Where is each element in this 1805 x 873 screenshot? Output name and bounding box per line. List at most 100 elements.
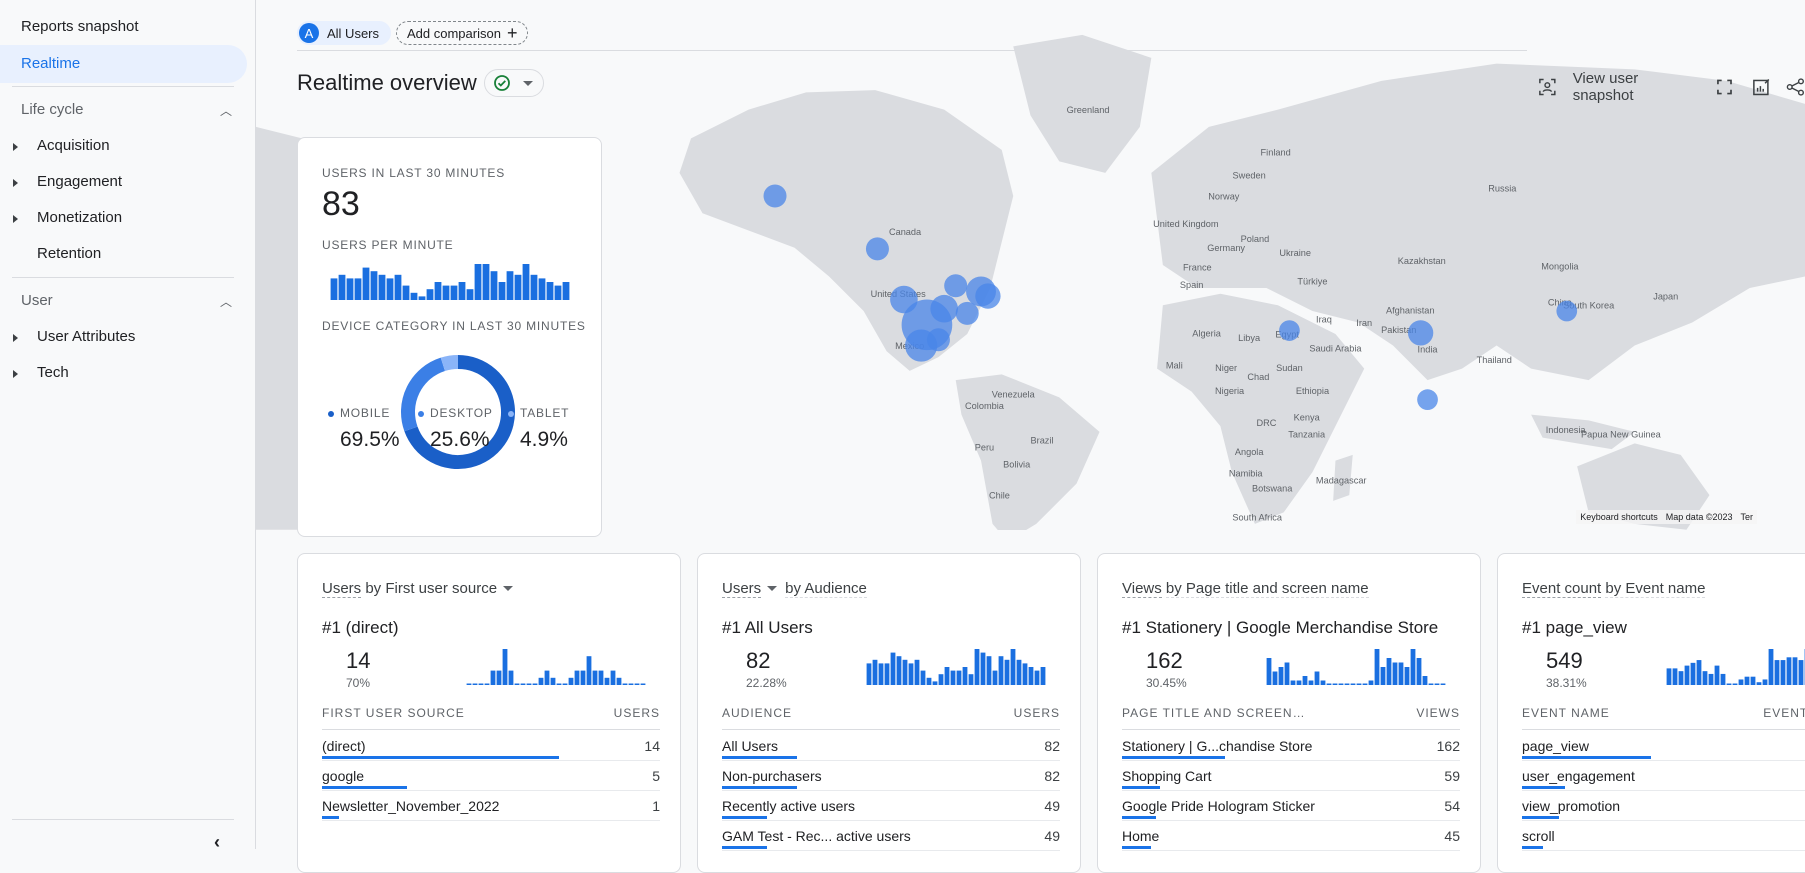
table-row[interactable]: Shopping Cart59 [1122,761,1460,791]
sidebar-item-realtime[interactable]: Realtime [0,45,247,83]
metric-selector[interactable]: Users [322,580,361,598]
sparkline-bar[interactable] [1799,660,1804,685]
table-row[interactable]: google5 [322,761,660,791]
sparkline-bar[interactable] [1393,663,1398,686]
users-per-minute-bar[interactable] [539,278,546,300]
sparkline-bar[interactable] [1375,649,1380,685]
sparkline-bar[interactable] [1327,684,1332,686]
user-location-bubble[interactable] [866,237,889,260]
dimension-selector[interactable]: by Page title and screen name [1166,580,1369,598]
sparkline-bar[interactable] [1029,667,1034,685]
users-per-minute-bar[interactable] [387,278,394,300]
sparkline-bar[interactable] [587,656,592,685]
sparkline-bar[interactable] [575,671,580,685]
sparkline-bar[interactable] [569,678,574,685]
sparkline-bar[interactable] [551,678,556,685]
sparkline-bar[interactable] [1315,672,1320,686]
metric-selector[interactable]: Users [722,580,761,598]
sparkline-bar[interactable] [545,671,550,685]
caret-down-icon[interactable] [767,586,777,591]
dimension-selector[interactable]: by Audience [785,580,867,598]
table-row[interactable]: Newsletter_November_20221 [322,791,660,821]
sparkline-bar[interactable] [1017,660,1022,685]
caret-right-icon[interactable] [13,370,18,378]
user-snapshot-icon[interactable] [1538,77,1557,97]
sparkline-bar[interactable] [1423,676,1428,685]
sparkline-bar[interactable] [939,674,944,685]
chevron-up-icon[interactable]: ︿ [220,102,232,119]
sparkline-bar[interactable] [969,674,974,685]
user-location-bubble[interactable] [1556,301,1577,322]
sparkline-bar[interactable] [873,660,878,685]
sparkline-bar[interactable] [1351,684,1356,686]
sparkline-bar[interactable] [1381,667,1386,685]
sparkline-bar[interactable] [1685,666,1690,685]
sparkline-bar[interactable] [891,653,896,685]
users-per-minute-bar[interactable] [507,271,514,300]
user-location-bubble[interactable] [930,295,958,323]
sparkline-bar[interactable] [1369,681,1374,686]
sparkline-bar[interactable] [491,671,496,685]
users-per-minute-bar[interactable] [411,293,418,300]
sidebar-item-retention[interactable]: Retention [37,245,101,262]
sidebar-item-reports-snapshot[interactable]: Reports snapshot [21,18,139,35]
sparkline-bar[interactable] [975,649,980,685]
table-row[interactable]: Google Pride Hologram Sticker54 [1122,791,1460,821]
sparkline-bar[interactable] [1441,684,1446,686]
user-location-bubble[interactable] [1279,320,1300,341]
card-sparkline[interactable] [1666,649,1805,685]
users-per-minute-bar[interactable] [555,286,562,300]
sparkline-bar[interactable] [1333,684,1338,686]
sparkline-bar[interactable] [993,671,998,685]
sparkline-bar[interactable] [1357,684,1362,686]
sparkline-bar[interactable] [1041,667,1046,685]
caret-down-icon[interactable] [503,586,513,591]
sparkline-bar[interactable] [521,684,526,686]
table-row[interactable]: Home45 [1122,821,1460,851]
sparkline-bar[interactable] [1273,672,1278,686]
sparkline-bar[interactable] [1387,658,1392,685]
users-per-minute-bar[interactable] [371,271,378,300]
sparkline-bar[interactable] [957,671,962,685]
sparkline-bar[interactable] [921,671,926,685]
sparkline-bar[interactable] [581,671,586,685]
sparkline-bar[interactable] [1757,682,1762,685]
users-per-minute-bar[interactable] [419,296,426,300]
sparkline-bar[interactable] [885,663,890,685]
sparkline-bar[interactable] [933,681,938,685]
sparkline-bar[interactable] [599,671,604,685]
sparkline-bar[interactable] [981,653,986,685]
sparkline-bar[interactable] [1399,663,1404,686]
sparkline-bar[interactable] [1727,684,1732,686]
sparkline-bar[interactable] [593,671,598,685]
users-per-minute-bar[interactable] [347,278,354,300]
table-row[interactable]: Non-purchasers82 [722,761,1060,791]
sparkline-bar[interactable] [1739,679,1744,685]
card-sparkline[interactable] [1266,649,1446,685]
users-per-minute-bar[interactable] [547,282,554,300]
sidebar-item-tech[interactable]: Tech [37,364,69,381]
sparkline-bar[interactable] [1363,684,1368,686]
users-per-minute-bar[interactable] [459,282,466,300]
table-row[interactable]: Stationery | G...chandise Store162 [1122,731,1460,761]
keyboard-shortcuts-link[interactable]: Keyboard shortcuts [1580,512,1658,522]
sparkline-bar[interactable] [1297,681,1302,686]
sparkline-bar[interactable] [629,684,634,686]
chevron-up-icon[interactable]: ︿ [220,293,232,310]
sparkline-bar[interactable] [611,671,616,685]
sparkline-bar[interactable] [1667,668,1672,685]
users-per-minute-bar[interactable] [467,289,474,300]
sidebar-item-acquisition[interactable]: Acquisition [37,137,110,154]
users-per-minute-bar[interactable] [339,275,346,300]
sparkline-bar[interactable] [897,656,902,685]
sparkline-bar[interactable] [497,671,502,685]
sparkline-bar[interactable] [1267,658,1272,685]
sparkline-bar[interactable] [1339,684,1344,686]
dimension-selector[interactable]: by Event name [1605,580,1705,598]
table-row[interactable]: view_promotion155 [1522,791,1805,821]
sparkline-bar[interactable] [951,671,956,685]
section-lifecycle[interactable]: Life cycle [21,101,84,118]
sparkline-bar[interactable] [473,684,478,686]
sparkline-bar[interactable] [467,684,472,686]
sparkline-bar[interactable] [617,678,622,685]
